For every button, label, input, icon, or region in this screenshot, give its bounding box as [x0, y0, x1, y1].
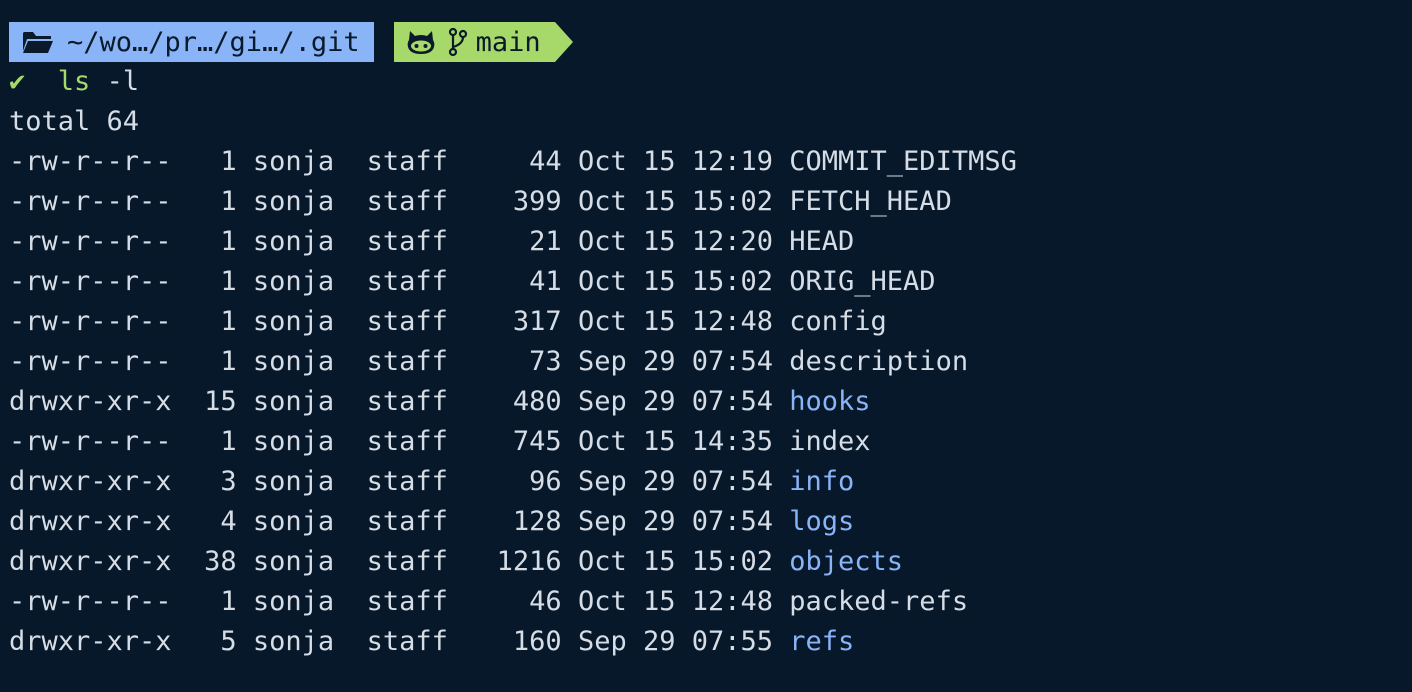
- file-row-meta: drwxr-xr-x 3 sonja staff 96 Sep 29 07:54: [9, 466, 790, 497]
- current-path: ~/wo…/pr…/gi…/.git: [67, 26, 360, 58]
- file-name: packed-refs: [789, 586, 969, 617]
- file-name: COMMIT_EDITMSG: [789, 146, 1017, 177]
- command-line[interactable]: ✔ ls -l: [9, 62, 1412, 102]
- file-row-meta: -rw-r--r-- 1 sonja staff 73 Sep 29 07:54: [9, 346, 790, 377]
- status-check-icon: ✔: [9, 66, 26, 97]
- git-segment: main: [393, 22, 573, 62]
- git-segment-arrow: [554, 22, 573, 62]
- directory-name: objects: [789, 546, 904, 577]
- path-segment: ~/wo…/pr…/gi…/.git: [9, 22, 394, 62]
- file-row-meta: -rw-r--r-- 1 sonja staff 41 Oct 15 15:02: [9, 266, 790, 297]
- file-row: drwxr-xr-x 38 sonja staff 1216 Oct 15 15…: [9, 542, 1412, 582]
- total-line: total 64: [9, 106, 140, 137]
- branch-name: main: [475, 26, 541, 58]
- git-branch-icon: [448, 27, 468, 57]
- file-row: -rw-r--r-- 1 sonja staff 21 Oct 15 12:20…: [9, 222, 1412, 262]
- file-row: drwxr-xr-x 4 sonja staff 128 Sep 29 07:5…: [9, 502, 1412, 542]
- file-row-meta: drwxr-xr-x 4 sonja staff 128 Sep 29 07:5…: [9, 506, 790, 537]
- command-args: -l: [106, 66, 140, 97]
- file-row-meta: -rw-r--r-- 1 sonja staff 44 Oct 15 12:19: [9, 146, 790, 177]
- file-name: HEAD: [789, 226, 855, 257]
- directory-name: info: [789, 466, 855, 497]
- file-row: -rw-r--r-- 1 sonja staff 73 Sep 29 07:54…: [9, 342, 1412, 382]
- file-row: drwxr-xr-x 3 sonja staff 96 Sep 29 07:54…: [9, 462, 1412, 502]
- github-icon: [406, 28, 436, 56]
- file-row: -rw-r--r-- 1 sonja staff 41 Oct 15 15:02…: [9, 262, 1412, 302]
- file-name: index: [789, 426, 871, 457]
- file-row: -rw-r--r-- 1 sonja staff 317 Oct 15 12:4…: [9, 302, 1412, 342]
- directory-name: logs: [789, 506, 855, 537]
- file-name: description: [789, 346, 969, 377]
- file-row-meta: -rw-r--r-- 1 sonja staff 745 Oct 15 14:3…: [9, 426, 790, 457]
- file-row-meta: drwxr-xr-x 15 sonja staff 480 Sep 29 07:…: [9, 386, 790, 417]
- file-listing: -rw-r--r-- 1 sonja staff 44 Oct 15 12:19…: [9, 142, 1412, 662]
- file-row: drwxr-xr-x 15 sonja staff 480 Sep 29 07:…: [9, 382, 1412, 422]
- file-name: config: [789, 306, 887, 337]
- file-name: ORIG_HEAD: [789, 266, 936, 297]
- file-row-meta: -rw-r--r-- 1 sonja staff 46 Oct 15 12:48: [9, 586, 790, 617]
- file-row-meta: -rw-r--r-- 1 sonja staff 21 Oct 15 12:20: [9, 226, 790, 257]
- directory-name: hooks: [789, 386, 871, 417]
- file-row: -rw-r--r-- 1 sonja staff 44 Oct 15 12:19…: [9, 142, 1412, 182]
- file-row: drwxr-xr-x 5 sonja staff 160 Sep 29 07:5…: [9, 622, 1412, 662]
- file-row: -rw-r--r-- 1 sonja staff 745 Oct 15 14:3…: [9, 422, 1412, 462]
- folder-open-icon: [21, 29, 55, 55]
- file-row-meta: -rw-r--r-- 1 sonja staff 399 Oct 15 15:0…: [9, 186, 790, 217]
- file-row: -rw-r--r-- 1 sonja staff 399 Oct 15 15:0…: [9, 182, 1412, 222]
- terminal-window[interactable]: ~/wo…/pr…/gi…/.git main ✔ ls -l total 64…: [9, 22, 1412, 692]
- file-name: FETCH_HEAD: [789, 186, 952, 217]
- file-row: -rw-r--r-- 1 sonja staff 46 Oct 15 12:48…: [9, 582, 1412, 622]
- file-row-meta: drwxr-xr-x 38 sonja staff 1216 Oct 15 15…: [9, 546, 790, 577]
- file-row-meta: drwxr-xr-x 5 sonja staff 160 Sep 29 07:5…: [9, 626, 790, 657]
- file-row-meta: -rw-r--r-- 1 sonja staff 317 Oct 15 12:4…: [9, 306, 790, 337]
- prompt-bar: ~/wo…/pr…/gi…/.git main: [9, 22, 1412, 62]
- directory-name: refs: [789, 626, 855, 657]
- command-name: ls: [57, 66, 91, 97]
